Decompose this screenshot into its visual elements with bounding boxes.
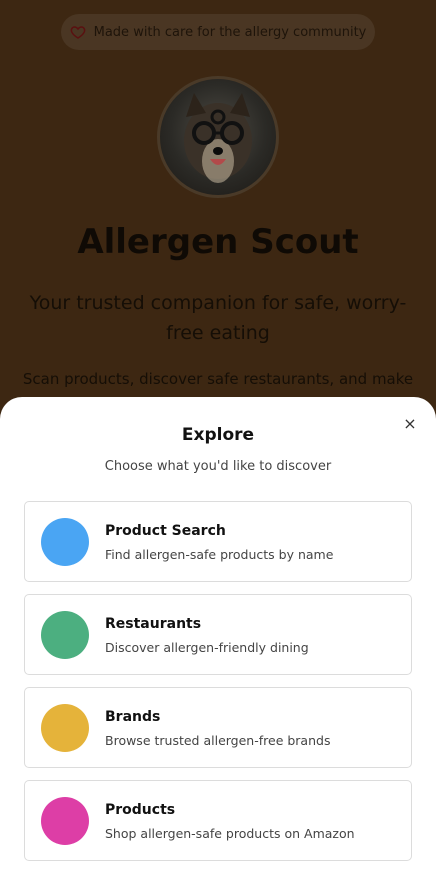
community-badge-text: Made with care for the allergy community xyxy=(93,24,367,40)
landing-description: Scan products, discover safe restaurants… xyxy=(22,370,414,388)
option-title: Product Search xyxy=(105,523,226,539)
community-badge: Made with care for the allergy community xyxy=(61,14,375,50)
option-title: Brands xyxy=(105,709,161,725)
sheet-subtitle: Choose what you'd like to discover xyxy=(104,459,332,474)
sheet-title: Explore xyxy=(181,425,255,445)
option-title: Products xyxy=(105,802,176,818)
option-product-search[interactable]: Product Search Find allergen-safe produc… xyxy=(24,501,412,582)
avatar xyxy=(157,76,279,198)
option-description: Shop allergen-safe products on Amazon xyxy=(105,826,355,841)
products-icon xyxy=(41,797,89,845)
option-description: Browse trusted allergen-free brands xyxy=(105,733,331,748)
restaurants-icon xyxy=(41,611,89,659)
option-brands[interactable]: Brands Browse trusted allergen-free bran… xyxy=(24,687,412,768)
option-description: Find allergen-safe products by name xyxy=(105,547,334,562)
dog-mascot-icon xyxy=(184,93,252,183)
option-products[interactable]: Products Shop allergen-safe products on … xyxy=(24,780,412,861)
brands-icon xyxy=(41,704,89,752)
explore-sheet: × Explore Choose what you'd like to disc… xyxy=(0,397,436,885)
option-title: Restaurants xyxy=(105,616,202,632)
option-description: Discover allergen-friendly dining xyxy=(105,640,309,655)
product-search-icon xyxy=(41,518,89,566)
option-restaurants[interactable]: Restaurants Discover allergen-friendly d… xyxy=(24,594,412,675)
app-title: Allergen Scout xyxy=(77,222,359,262)
heart-icon xyxy=(70,26,85,39)
tagline: Your trusted companion for safe, worry-f… xyxy=(29,292,407,344)
